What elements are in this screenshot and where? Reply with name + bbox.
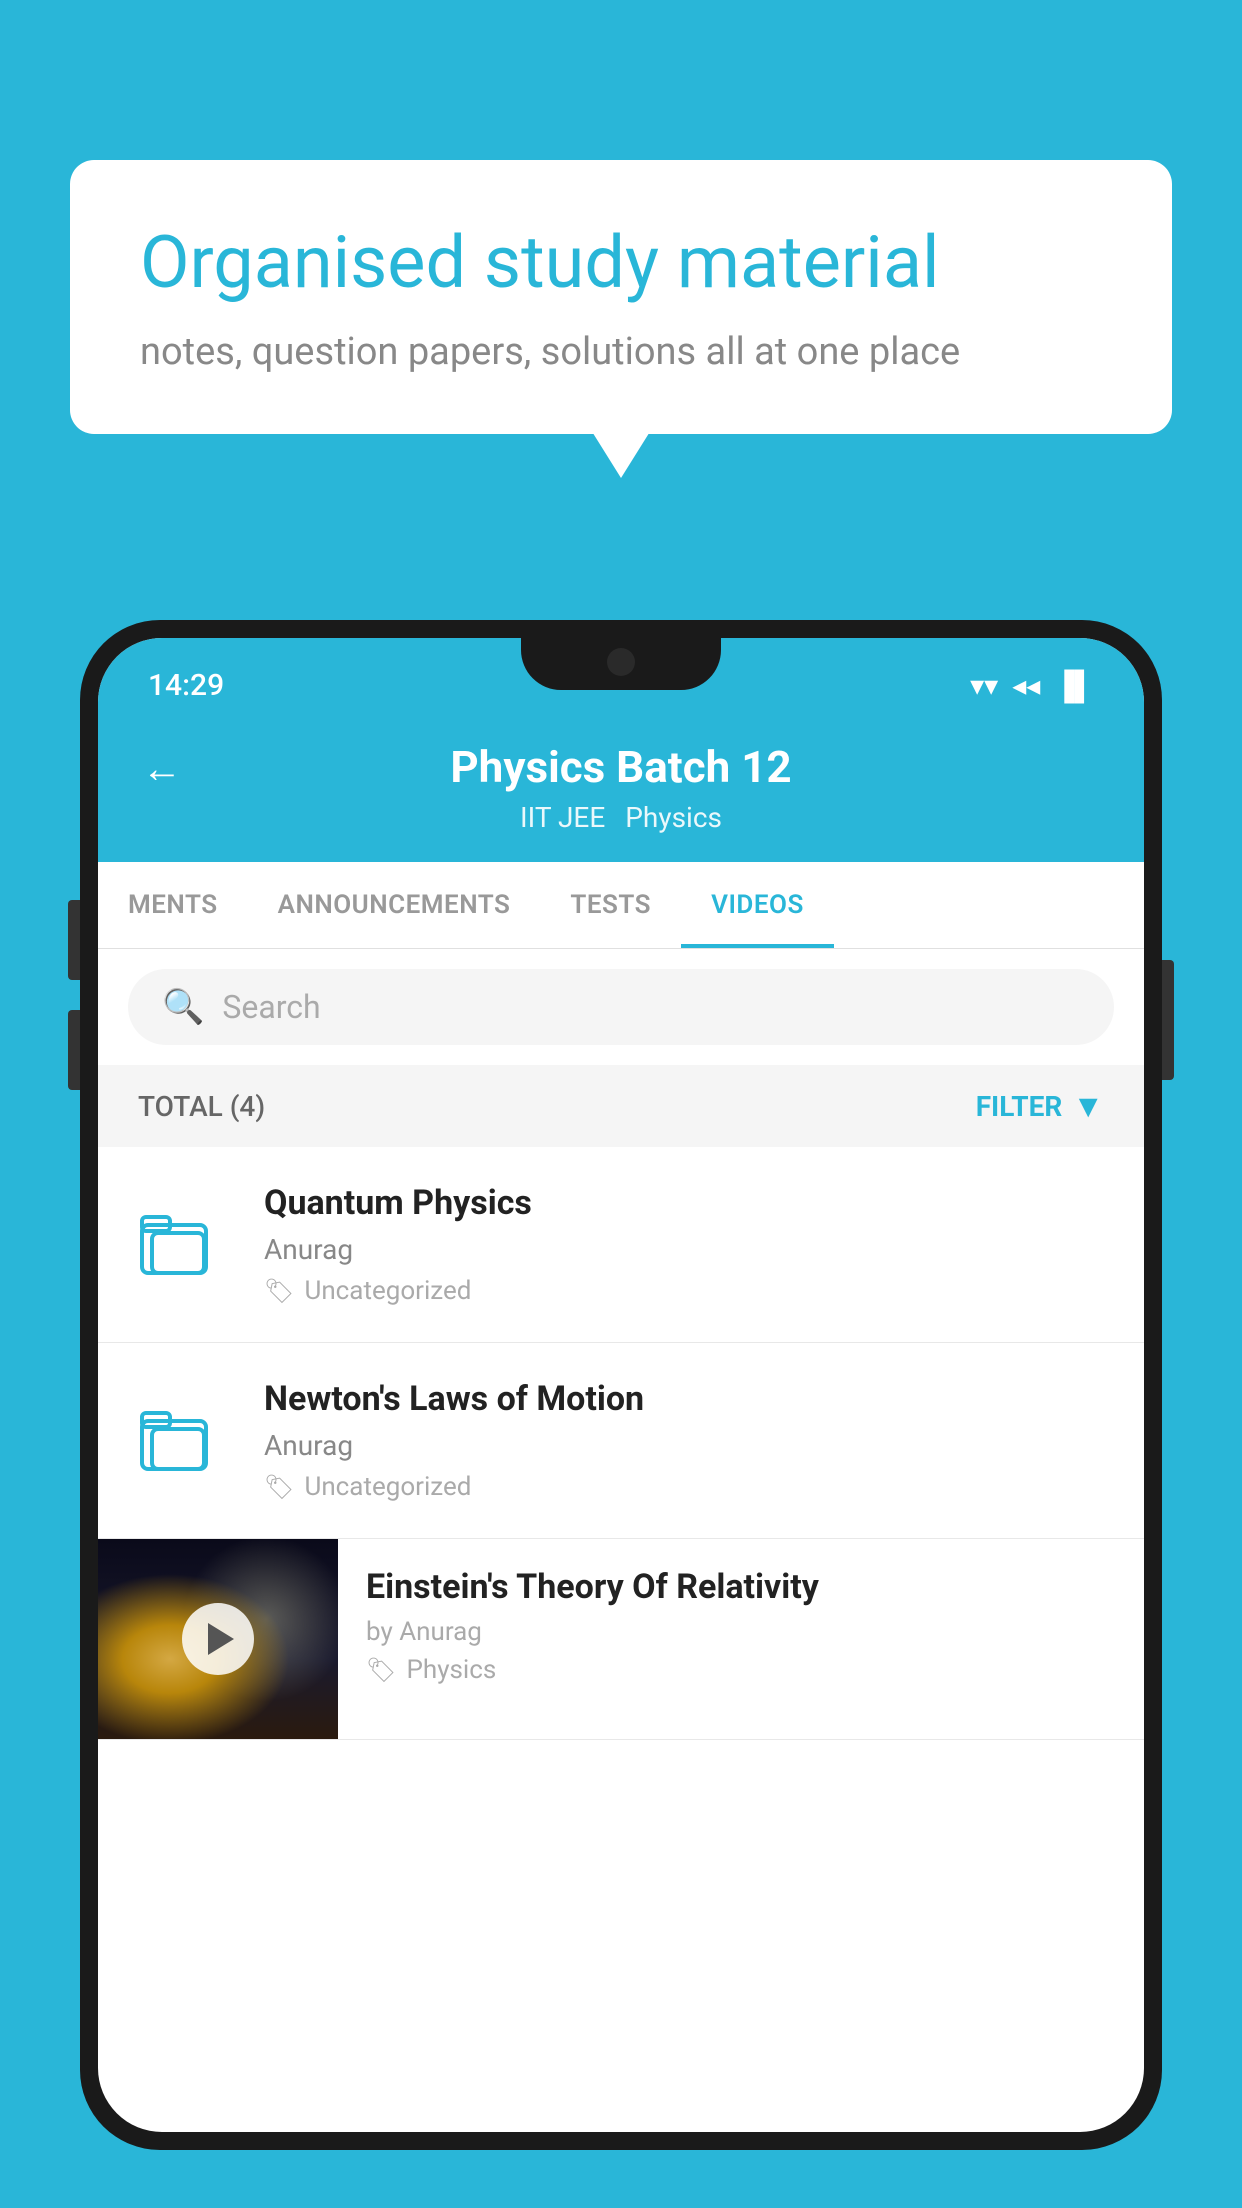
tab-announcements[interactable]: ANNOUNCEMENTS [248, 862, 541, 948]
video-list: Quantum Physics Anurag 🏷 Uncategorized [98, 1147, 1144, 1740]
video-thumbnail [98, 1539, 338, 1739]
filter-button[interactable]: FILTER ▼ [976, 1087, 1104, 1125]
status-time: 14:29 [148, 668, 224, 703]
wifi-icon: ▾▾ [970, 669, 998, 702]
list-item[interactable]: Quantum Physics Anurag 🏷 Uncategorized [98, 1147, 1144, 1343]
bubble-title: Organised study material [140, 220, 1102, 306]
battery-icon: ▐▌ [1054, 669, 1094, 702]
phone-mockup: 14:29 ▾▾ ◂◂ ▐▌ ← Physics Batch 12 IIT JE… [80, 620, 1162, 2208]
tab-videos[interactable]: VIDEOS [681, 862, 834, 948]
folder-icon [138, 1399, 218, 1479]
video-tag: Physics [406, 1655, 496, 1685]
tab-bar: MENTS ANNOUNCEMENTS TESTS VIDEOS [98, 862, 1144, 949]
search-box[interactable]: 🔍 Search [128, 969, 1114, 1045]
video-title: Einstein's Theory Of Relativity [366, 1567, 1114, 1607]
phone-camera [607, 648, 635, 676]
video-info: Newton's Laws of Motion Anurag 🏷 Uncateg… [264, 1379, 1104, 1502]
speech-bubble: Organised study material notes, question… [70, 160, 1172, 434]
video-author: Anurag [264, 1429, 1104, 1462]
volume-down-button [68, 1010, 80, 1090]
tab-ments[interactable]: MENTS [98, 862, 248, 948]
video-tag: Uncategorized [304, 1276, 471, 1306]
search-icon: 🔍 [162, 987, 204, 1027]
play-button[interactable] [182, 1603, 254, 1675]
header-tag-physics: Physics [625, 801, 722, 834]
app-header: ← Physics Batch 12 IIT JEE Physics [98, 717, 1144, 862]
header-tags: IIT JEE Physics [520, 801, 722, 834]
filter-row: TOTAL (4) FILTER ▼ [98, 1065, 1144, 1147]
list-item[interactable]: Einstein's Theory Of Relativity by Anura… [98, 1539, 1144, 1740]
search-container: 🔍 Search [98, 949, 1144, 1065]
video-info: Einstein's Theory Of Relativity by Anura… [338, 1539, 1144, 1713]
folder-icon-container [138, 1399, 228, 1483]
tag-icon: 🏷 [366, 1656, 396, 1684]
status-icons: ▾▾ ◂◂ ▐▌ [970, 669, 1094, 702]
folder-icon-container [138, 1203, 228, 1287]
list-item[interactable]: Newton's Laws of Motion Anurag 🏷 Uncateg… [98, 1343, 1144, 1539]
video-tag-row: 🏷 Uncategorized [264, 1472, 1104, 1502]
video-tag-row: 🏷 Physics [366, 1655, 1114, 1685]
folder-icon [138, 1203, 218, 1283]
screen-title: Physics Batch 12 [450, 741, 791, 793]
tab-tests[interactable]: TESTS [540, 862, 681, 948]
video-title: Newton's Laws of Motion [264, 1379, 1104, 1419]
video-info: Quantum Physics Anurag 🏷 Uncategorized [264, 1183, 1104, 1306]
filter-icon: ▼ [1072, 1087, 1104, 1125]
video-tag: Uncategorized [304, 1472, 471, 1502]
search-input[interactable]: Search [222, 988, 320, 1026]
phone-screen: 14:29 ▾▾ ◂◂ ▐▌ ← Physics Batch 12 IIT JE… [98, 638, 1144, 2132]
power-button [1162, 960, 1174, 1080]
back-button[interactable]: ← [142, 745, 182, 792]
bubble-subtitle: notes, question papers, solutions all at… [140, 330, 1102, 374]
video-by: by Anurag [366, 1617, 1114, 1647]
total-count: TOTAL (4) [138, 1090, 265, 1123]
video-tag-row: 🏷 Uncategorized [264, 1276, 1104, 1306]
volume-up-button [68, 900, 80, 980]
video-author: Anurag [264, 1233, 1104, 1266]
tag-icon: 🏷 [264, 1473, 294, 1501]
header-tag-iitjee: IIT JEE [520, 801, 605, 834]
tag-icon: 🏷 [264, 1277, 294, 1305]
signal-icon: ◂◂ [1012, 669, 1040, 702]
play-icon [208, 1623, 234, 1655]
phone-outer: 14:29 ▾▾ ◂◂ ▐▌ ← Physics Batch 12 IIT JE… [80, 620, 1162, 2150]
speech-bubble-container: Organised study material notes, question… [70, 160, 1172, 434]
video-title: Quantum Physics [264, 1183, 1104, 1223]
